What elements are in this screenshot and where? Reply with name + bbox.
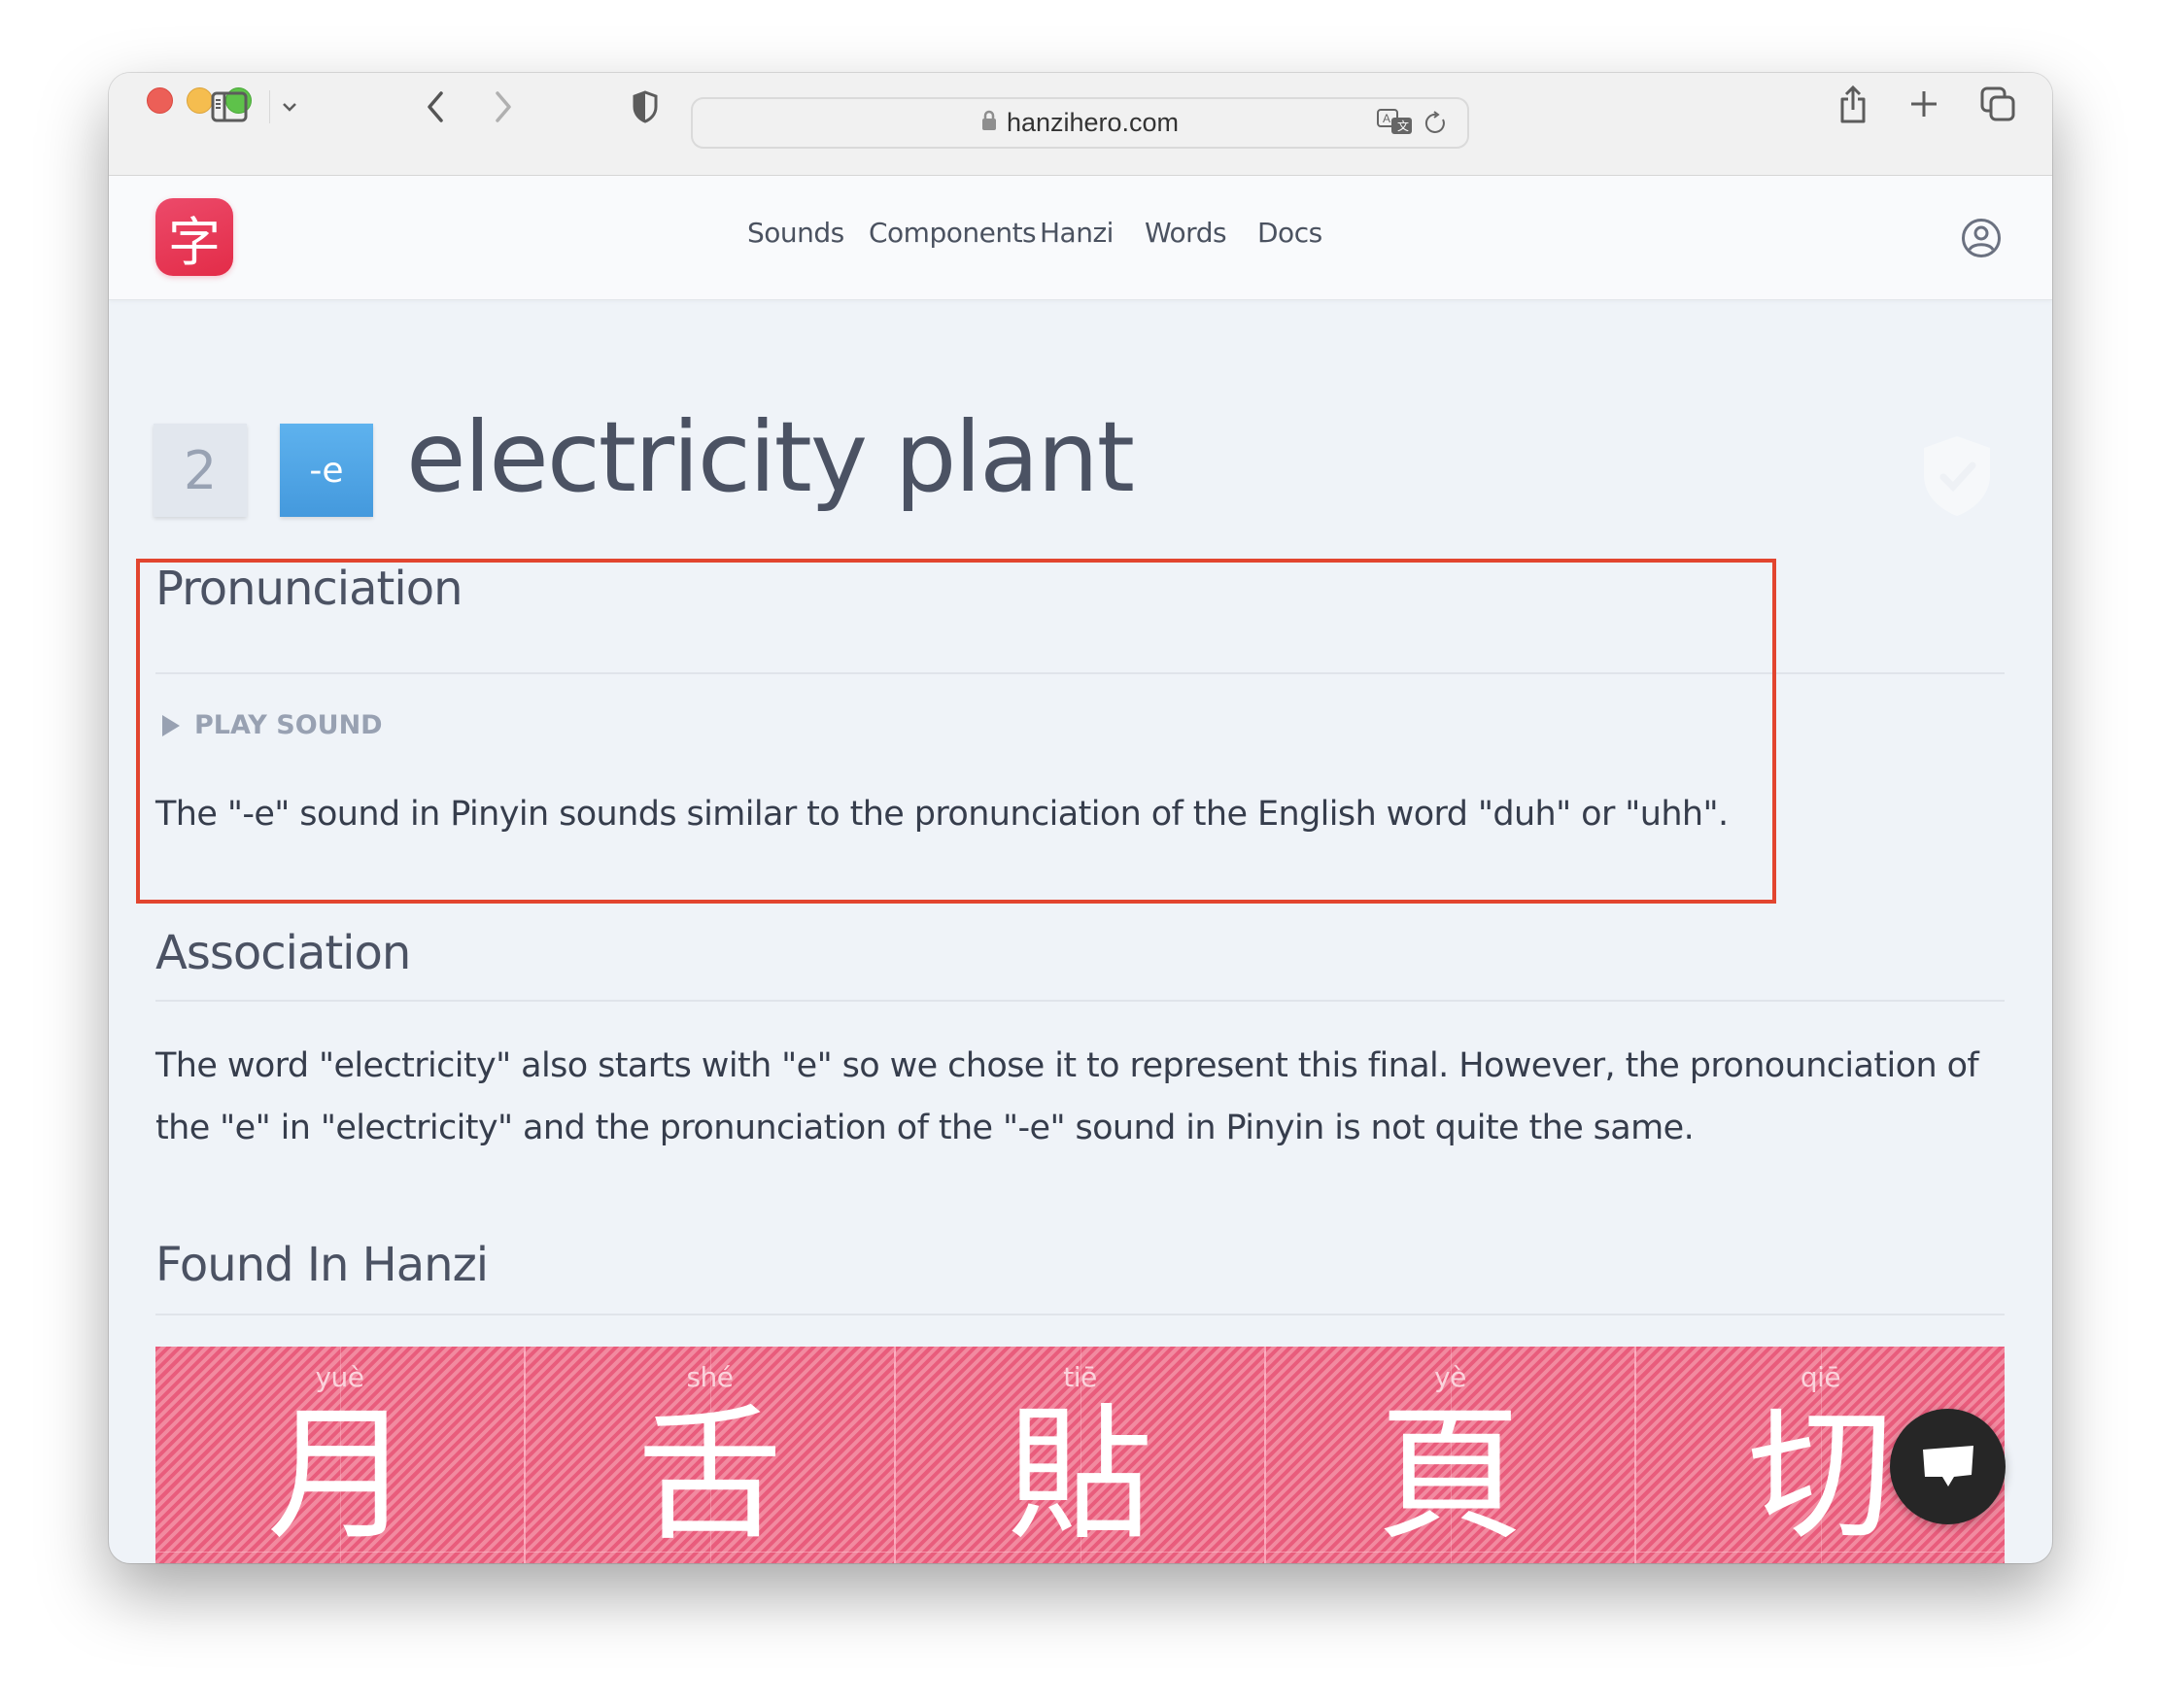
nav-hanzi[interactable]: Hanzi [1040, 217, 1114, 249]
toolbar-separator [269, 90, 270, 123]
nav-docs[interactable]: Docs [1257, 217, 1322, 249]
site-header: 字 Sounds Components Hanzi Words Docs [109, 176, 2052, 300]
hanzi-tile[interactable]: shé 舌 [526, 1347, 896, 1563]
url-text: hanzihero.com [1006, 108, 1180, 137]
close-window-icon[interactable] [147, 87, 173, 114]
play-icon [162, 714, 180, 736]
association-text-line-1: The word "electricity" also starts with … [155, 1046, 1979, 1085]
final-label: -e [309, 450, 344, 491]
hanzi-tile[interactable]: tiē 貼 [896, 1347, 1266, 1563]
association-heading: Association [155, 926, 411, 980]
plus-icon[interactable] [1908, 88, 1939, 120]
share-icon[interactable] [1836, 83, 1869, 125]
address-bar[interactable]: hanzihero.com A文 [691, 97, 1469, 149]
site-logo[interactable]: 字 [155, 198, 233, 276]
shield-icon[interactable] [631, 87, 660, 126]
play-sound-label: PLAY SOUND [194, 710, 383, 740]
sidebar-icon[interactable] [210, 90, 249, 123]
svg-text:文: 文 [1397, 119, 1409, 133]
page-title: electricity plant [406, 400, 1135, 514]
chat-bubble-icon [1922, 1445, 1973, 1486]
tone-number-badge: 2 [154, 424, 247, 517]
play-sound-button[interactable]: PLAY SOUND [161, 710, 383, 740]
nav-words[interactable]: Words [1145, 217, 1227, 249]
tone-number: 2 [183, 439, 218, 501]
browser-window: hanzihero.com A文 字 Sounds Components Han… [109, 73, 2052, 1563]
hanzi-tile[interactable]: yè 頁 [1266, 1347, 1636, 1563]
browser-toolbar: hanzihero.com A文 [109, 73, 2052, 176]
hanzi-pinyin: yuè [315, 1361, 364, 1393]
section-divider [155, 1314, 2005, 1315]
hanzi-pinyin: tiē [1063, 1361, 1097, 1393]
nav-components[interactable]: Components [869, 217, 1037, 249]
nav-sounds[interactable]: Sounds [747, 217, 844, 249]
hanzi-character: 舌 [636, 1391, 783, 1560]
found-in-hanzi-heading: Found In Hanzi [155, 1238, 489, 1292]
hanzi-character: 頁 [1377, 1391, 1524, 1560]
logo-glyph: 字 [168, 211, 221, 273]
association-text-line-2: the "e" in "electricity" and the pronunc… [155, 1109, 1695, 1147]
svg-text:A: A [1383, 112, 1390, 125]
minimize-window-icon[interactable] [187, 87, 213, 114]
translate-icon[interactable]: A文 [1376, 108, 1415, 139]
pronunciation-heading: Pronunciation [155, 562, 463, 616]
tab-overview-icon[interactable] [1979, 85, 2016, 122]
lock-icon [981, 108, 997, 138]
shield-check-icon[interactable] [1916, 432, 1998, 524]
hanzi-grid: yuè 月 shé 舌 tiē 貼 yè 頁 qiē 切 [155, 1347, 2005, 1563]
back-arrow-icon[interactable] [422, 87, 449, 126]
user-account-icon[interactable] [1961, 218, 2002, 262]
hanzi-character: 貼 [1007, 1391, 1153, 1560]
section-divider [155, 1000, 2005, 1002]
forward-arrow-icon[interactable] [490, 87, 517, 126]
reload-icon[interactable] [1424, 110, 1449, 137]
final-badge[interactable]: -e [280, 424, 373, 517]
hanzi-tile[interactable]: yuè 月 [155, 1347, 526, 1563]
chat-button[interactable] [1890, 1409, 2006, 1524]
hanzi-pinyin: qiē [1800, 1361, 1841, 1393]
chevron-down-icon[interactable] [280, 98, 299, 116]
hanzi-character: 月 [266, 1391, 413, 1560]
hanzi-pinyin: shé [686, 1361, 734, 1393]
pronunciation-text: The "-e" sound in Pinyin sounds similar … [155, 795, 1729, 834]
hanzi-pinyin: yè [1434, 1361, 1466, 1393]
section-divider [155, 672, 2005, 674]
